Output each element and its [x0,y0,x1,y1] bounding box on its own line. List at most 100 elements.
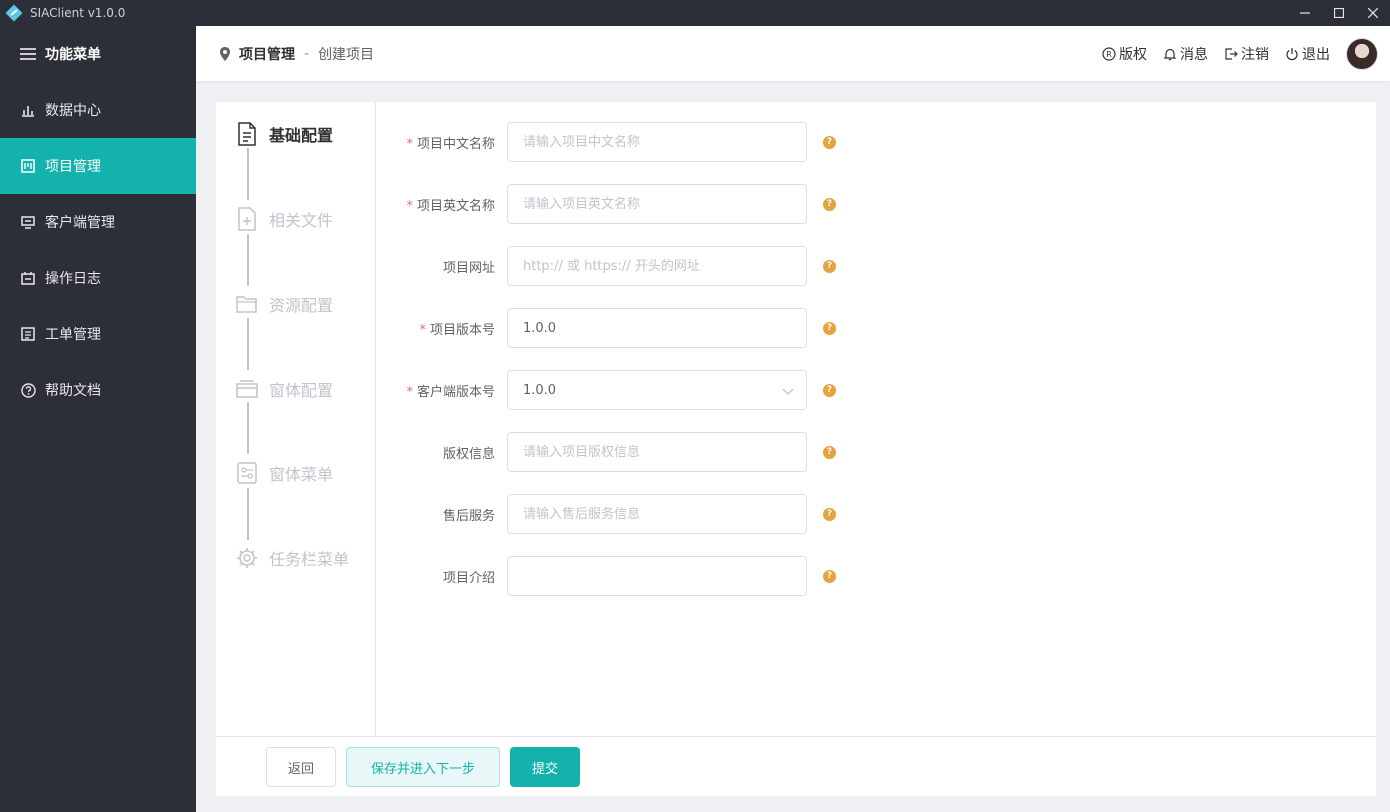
form-row-project-cn-name: *项目中文名称 ? [377,122,836,162]
project-version-input[interactable] [507,308,807,348]
form-label: 项目网址 [442,260,495,276]
breadcrumb-current: 创建项目 [318,46,375,63]
chevron-down-icon [782,385,794,400]
form-label: * 项目版本号 [419,322,495,338]
calendar-icon [20,270,36,286]
logout-button[interactable]: 注销 [1224,44,1269,64]
step-basic-config[interactable]: 基础配置 [236,120,333,148]
sidebar-item-label: 项目管理 [45,159,101,175]
document-icon [20,326,36,342]
step-connector [247,318,249,370]
sidebar-menu-toggle[interactable]: 功能菜单 [0,26,196,82]
step-connector [247,402,249,454]
messages-label: 消息 [1180,46,1208,63]
step-resource-config[interactable]: 资源配置 [236,290,333,318]
avatar[interactable] [1346,37,1378,70]
step-connector [247,148,249,200]
save-next-button[interactable]: 保存并进入下一步 [346,747,500,787]
breadcrumb-separator: - [304,45,310,62]
step-taskbar-menu[interactable]: 任务栏菜单 [236,544,349,572]
help-icon[interactable]: ? [823,507,836,521]
copyright-label: 版权 [1119,46,1147,63]
menu-icon [20,46,36,62]
step-label: 任务栏菜单 [269,550,350,569]
form-row-copyright-info: 版权信息 ? [377,432,836,472]
help-icon[interactable]: ? [823,259,836,273]
messages-button[interactable]: 消息 [1163,44,1208,64]
sidebar-item-client-management[interactable]: 客户端管理 [0,194,196,250]
step-connector [247,234,249,286]
form-label: * 项目中文名称 [406,136,495,152]
form-row-project-en-name: *项目英文名称 ? [377,184,836,224]
form-label: 售后服务 [442,508,495,524]
project-cn-name-input[interactable] [507,122,807,162]
form-row-project-url: 项目网址 ? [377,246,836,286]
header-actions: R 版权 消息 注销 退出 [1102,26,1378,81]
form-row-project-version: *项目版本号 ? [377,308,836,348]
sidebar-item-data-center[interactable]: 数据中心 [0,82,196,138]
exit-label: 退出 [1302,46,1330,63]
minimize-icon[interactable] [1288,0,1322,26]
breadcrumb: 项目管理 - 创建项目 [218,44,374,64]
sidebar-item-ticket-management[interactable]: 工单管理 [0,306,196,362]
form-label: 版权信息 [442,446,495,462]
window-title: SIAClient v1.0.0 [30,6,126,20]
gear-icon [236,546,258,570]
window-controls [1288,0,1390,26]
back-button[interactable]: 返回 [266,747,336,787]
after-sales-input[interactable] [507,494,807,534]
sidebar-item-operation-log[interactable]: 操作日志 [0,250,196,306]
project-intro-input[interactable] [507,556,807,596]
sidebar-item-project-management[interactable]: 项目管理 [0,138,196,194]
step-label: 窗体配置 [269,381,334,400]
window-icon [236,377,258,401]
step-window-menu[interactable]: 窗体菜单 [236,459,333,487]
form-label: 项目介绍 [442,570,495,586]
copyright-info-input[interactable] [507,432,807,472]
form-label: * 项目英文名称 [406,198,495,214]
monitor-icon [20,214,36,230]
exit-button[interactable]: 退出 [1285,44,1330,64]
sidebar-item-label: 操作日志 [45,271,101,287]
registered-icon: R [1102,46,1116,61]
logout-icon [1224,47,1238,61]
help-icon[interactable]: ? [823,321,836,335]
sidebar-item-help-docs[interactable]: 帮助文档 [0,362,196,418]
submit-button[interactable]: 提交 [510,747,580,787]
step-label: 相关文件 [269,211,334,230]
help-icon[interactable]: ? [823,197,836,211]
form-footer: 返回 保存并进入下一步 提交 [216,736,1376,796]
project-form: *项目中文名称 ? *项目英文名称 ? 项目网址 ? *项目版本号 ? *客户端… [377,102,1376,736]
copyright-button[interactable]: R 版权 [1102,44,1147,64]
step-label: 窗体菜单 [269,465,334,484]
svg-text:R: R [1106,50,1112,59]
help-icon[interactable]: ? [823,383,836,397]
sidebar-item-label: 数据中心 [45,103,101,119]
file-add-icon [236,207,258,231]
client-version-value: 1.0.0 [523,382,557,398]
help-icon[interactable]: ? [823,569,836,583]
sidebar-item-label: 工单管理 [45,327,101,343]
location-pin-icon [218,46,232,62]
maximize-icon[interactable] [1322,0,1356,26]
app-logo-icon [4,3,24,23]
sidebar-item-label: 客户端管理 [45,215,115,231]
project-url-input[interactable] [507,246,807,286]
step-label: 基础配置 [269,126,334,145]
top-header: 项目管理 - 创建项目 R 版权 消息 注销 退出 [196,26,1390,81]
help-icon[interactable]: ? [823,135,836,149]
breadcrumb-root[interactable]: 项目管理 [239,44,295,64]
bar-chart-icon [20,102,36,118]
close-icon[interactable] [1356,0,1390,26]
step-window-config[interactable]: 窗体配置 [236,375,333,403]
project-en-name-input[interactable] [507,184,807,224]
sidebar: 功能菜单 数据中心 项目管理 客户端管理 操作日志 工单管理 帮助文档 [0,26,196,812]
client-version-select[interactable]: 1.0.0 [507,370,807,410]
step-related-files[interactable]: 相关文件 [236,205,333,233]
folder-icon [236,292,258,316]
form-label: * 客户端版本号 [406,384,495,400]
step-navigator: 基础配置 相关文件 资源配置 窗体配置 窗体菜单 任务栏菜单 [216,102,376,736]
help-icon[interactable]: ? [823,445,836,459]
title-bar: SIAClient v1.0.0 [0,0,1390,26]
settings-panel-icon [236,461,258,485]
